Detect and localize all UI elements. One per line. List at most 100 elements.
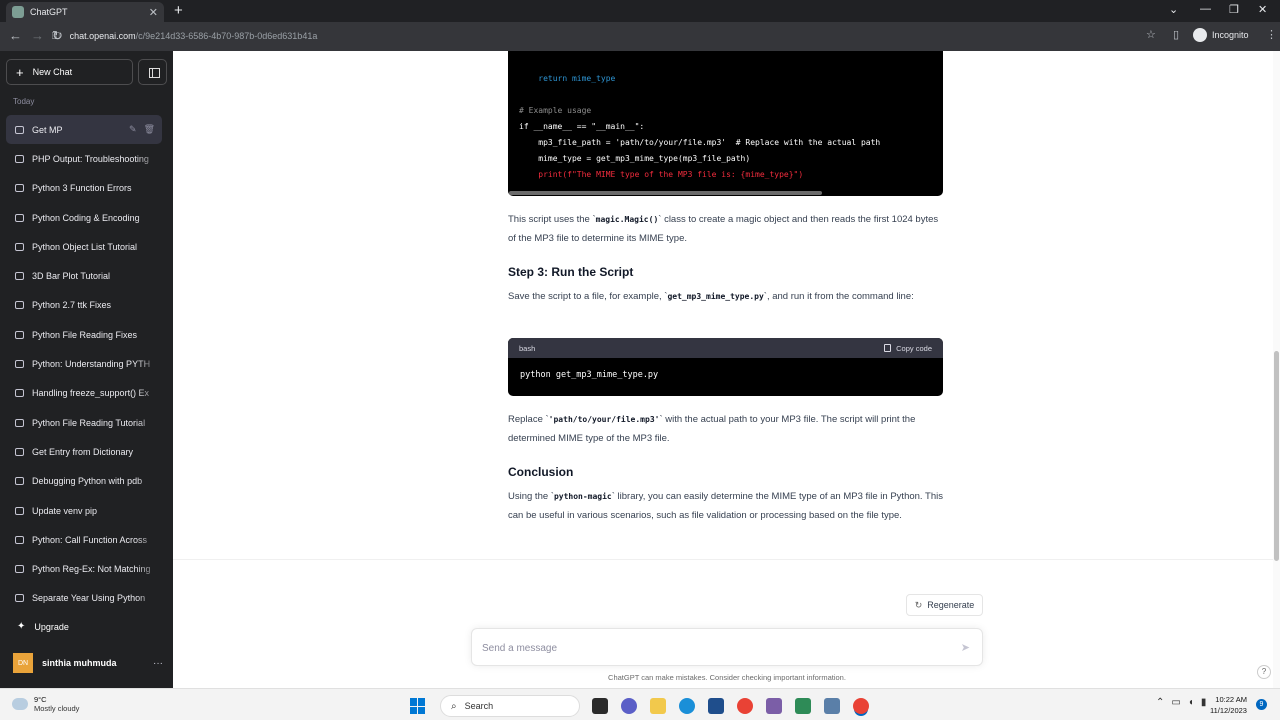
- response-paragraph: Using the `python-magic` library, you ca…: [508, 487, 948, 525]
- excel-icon[interactable]: [795, 698, 811, 714]
- chat-history-item[interactable]: Debugging Python with pdb: [6, 467, 162, 496]
- windows-start-icon[interactable]: [410, 698, 426, 714]
- omnibox[interactable]: ⚿ chat.openai.com/c/9e214d33-6586-4b70-9…: [52, 25, 1168, 47]
- chat-item-label: Python: Understanding PYTH: [32, 359, 151, 370]
- chat-item-label: 3D Bar Plot Tutorial: [32, 271, 111, 282]
- minimize-icon[interactable]: —: [1200, 3, 1211, 15]
- chat-history-item[interactable]: Get MP ✎ 🗑: [6, 115, 162, 145]
- chat-history-item[interactable]: Python: Call Function Across: [6, 525, 162, 554]
- new-tab-icon[interactable]: +: [174, 2, 183, 19]
- chrome-icon[interactable]: [737, 698, 753, 714]
- chevron-up-icon[interactable]: ⌃: [1156, 697, 1164, 708]
- new-chat-button[interactable]: + New Chat: [6, 59, 133, 85]
- tab-search-icon[interactable]: ⌄: [1169, 3, 1178, 16]
- volume-icon[interactable]: ◖: [1188, 697, 1194, 708]
- new-chat-label: New Chat: [32, 67, 73, 77]
- browser-tab[interactable]: ChatGPT ✕: [6, 2, 164, 22]
- more-options-icon[interactable]: ···: [153, 658, 163, 669]
- user-name: sinthia muhmuda: [42, 658, 117, 668]
- app-icon[interactable]: [824, 698, 840, 714]
- maximize-icon[interactable]: ❐: [1229, 3, 1239, 16]
- tab-title: ChatGPT: [30, 7, 68, 17]
- text: Replace `: [508, 414, 549, 425]
- back-icon[interactable]: ←: [9, 28, 22, 43]
- composer-fade: [173, 559, 1273, 688]
- bookmark-star-icon[interactable]: ☆: [1146, 28, 1156, 41]
- heading-step3: Step 3: Run the Script: [508, 265, 634, 279]
- code-block-python: return mime_type # Example usage if __na…: [508, 51, 943, 196]
- address-toolbar: ← → ↻ ⚿ chat.openai.com/c/9e214d33-6586-…: [0, 22, 1280, 51]
- chat-history-item[interactable]: PHP Output: Troubleshooting: [6, 144, 162, 173]
- app-icon[interactable]: [766, 698, 782, 714]
- copy-code-label: Copy code: [896, 343, 932, 353]
- user-menu[interactable]: DN sinthia muhmuda ···: [13, 653, 163, 673]
- toggle-sidebar-button[interactable]: [138, 59, 167, 85]
- chat-history-item[interactable]: Python 3 Function Errors: [6, 174, 162, 203]
- text: Save the script to a file, for example, …: [508, 291, 668, 302]
- scrollbar-thumb[interactable]: [1274, 351, 1279, 561]
- chat-history-item[interactable]: 3D Bar Plot Tutorial: [6, 261, 162, 290]
- close-tab-icon[interactable]: ✕: [149, 6, 158, 19]
- chat-item-label: Python Coding & Encoding: [32, 212, 140, 223]
- heading-conclusion: Conclusion: [508, 465, 574, 479]
- taskbar-search[interactable]: ⌕ Search: [440, 695, 580, 717]
- code-line: print(f"The MIME type of the MP3 file is…: [519, 170, 804, 179]
- chrome-active-icon[interactable]: [853, 698, 869, 714]
- send-icon[interactable]: ➤: [961, 641, 970, 654]
- site-info-icon[interactable]: ⚿: [52, 31, 60, 42]
- message-input[interactable]: [482, 639, 942, 657]
- chat-item-label: Handling freeze_support() Ex: [32, 388, 150, 399]
- chat-history-item[interactable]: Get Entry from Dictionary: [6, 437, 162, 466]
- chat-item-label: Debugging Python with pdb: [32, 476, 143, 487]
- refresh-icon: ↻: [914, 599, 923, 610]
- network-icon[interactable]: ▭: [1171, 697, 1180, 708]
- sparkle-icon: ✦: [17, 621, 26, 632]
- chat-history-item[interactable]: Update venv pip: [6, 496, 162, 525]
- chat-history-item[interactable]: Python Object List Tutorial: [6, 232, 162, 261]
- incognito-indicator[interactable]: Incognito: [1193, 28, 1249, 42]
- taskbar-search-label: Search: [464, 701, 494, 711]
- chat-bubble-icon: [15, 594, 24, 603]
- inline-code: python-magic: [553, 492, 612, 501]
- chat-history-item[interactable]: Separate Year Using Python: [6, 584, 162, 613]
- file-explorer-icon[interactable]: [650, 698, 666, 714]
- task-view-icon[interactable]: [592, 698, 608, 714]
- trash-icon[interactable]: 🗑: [144, 124, 155, 135]
- temperature: 9°C: [34, 695, 47, 704]
- forward-icon[interactable]: →: [31, 28, 44, 43]
- clock[interactable]: 10:22 AM 11/12/2023: [1210, 694, 1247, 716]
- response-paragraph: This script uses the `magic.Magic()` cla…: [508, 210, 948, 248]
- chat-history-item[interactable]: Python File Reading Fixes: [6, 320, 162, 349]
- copy-code-button[interactable]: Copy code: [884, 344, 932, 353]
- notification-badge[interactable]: 9: [1256, 699, 1267, 710]
- browser-menu-icon[interactable]: ⋮: [1266, 28, 1277, 41]
- date: 11/12/2023: [1210, 706, 1247, 715]
- chat-history-item[interactable]: Python 2.7 ttk Fixes: [6, 291, 162, 320]
- search-icon: ⌕: [451, 700, 457, 712]
- upgrade-button[interactable]: ✦ Upgrade: [17, 621, 69, 632]
- chat-bubble-icon: [15, 213, 24, 222]
- regenerate-button[interactable]: ↻ Regenerate: [906, 594, 983, 616]
- help-button[interactable]: ?: [1257, 665, 1271, 679]
- edge-icon[interactable]: [679, 698, 695, 714]
- side-panel-icon[interactable]: ▯: [1173, 28, 1179, 41]
- edit-icon[interactable]: ✎: [129, 124, 137, 135]
- chat-history-item[interactable]: Python Coding & Encoding: [6, 203, 162, 232]
- battery-icon[interactable]: ▮: [1201, 697, 1207, 708]
- close-window-icon[interactable]: ✕: [1258, 3, 1267, 16]
- chat-history-item[interactable]: Python: Understanding PYTH: [6, 349, 162, 378]
- chat-history-item[interactable]: Handling freeze_support() Ex: [6, 379, 162, 408]
- chat-item-label: PHP Output: Troubleshooting: [32, 153, 149, 164]
- message-composer: ➤: [471, 628, 983, 666]
- chat-bubble-icon: [15, 330, 24, 339]
- code-horizontal-scrollbar[interactable]: [509, 191, 822, 195]
- store-icon[interactable]: [708, 698, 724, 714]
- inline-code: 'path/to/your/file.mp3': [548, 415, 660, 424]
- weather-widget[interactable]: 9°C Mostly cloudy: [12, 695, 79, 713]
- chat-history-item[interactable]: Python File Reading Tutorial: [6, 408, 162, 437]
- main-scrollbar[interactable]: [1273, 51, 1280, 688]
- inline-code: get_mp3_mime_type.py: [667, 292, 764, 301]
- teams-chat-icon[interactable]: [621, 698, 637, 714]
- chat-history-item[interactable]: Python Reg-Ex: Not Matching: [6, 554, 162, 583]
- text: Using the `: [508, 491, 554, 502]
